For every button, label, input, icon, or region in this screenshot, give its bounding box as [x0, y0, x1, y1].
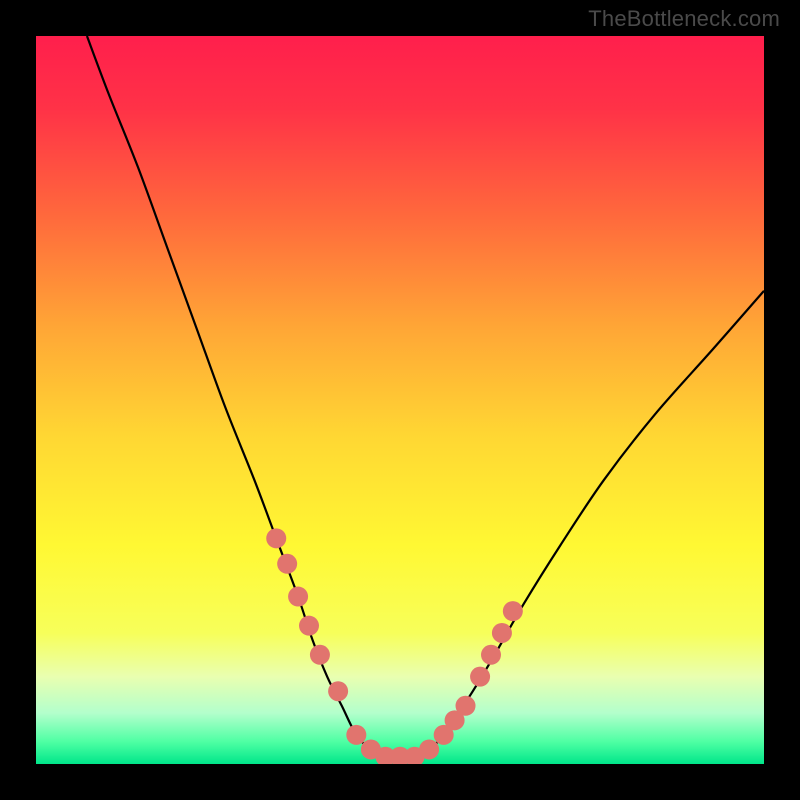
marker-dot — [503, 601, 523, 621]
marker-dot — [328, 681, 348, 701]
watermark-text: TheBottleneck.com — [588, 6, 780, 32]
marker-dot — [266, 528, 286, 548]
marker-dot — [481, 645, 501, 665]
marker-dot — [419, 739, 439, 759]
plot-area — [36, 36, 764, 764]
chart-frame: TheBottleneck.com — [0, 0, 800, 800]
marker-dot — [288, 587, 308, 607]
marker-dot — [299, 616, 319, 636]
marker-dot — [470, 667, 490, 687]
marker-dot — [492, 623, 512, 643]
gradient-bg — [36, 36, 764, 764]
marker-dot — [310, 645, 330, 665]
marker-dot — [277, 554, 297, 574]
marker-dot — [346, 725, 366, 745]
plot-svg — [36, 36, 764, 764]
marker-dot — [456, 696, 476, 716]
